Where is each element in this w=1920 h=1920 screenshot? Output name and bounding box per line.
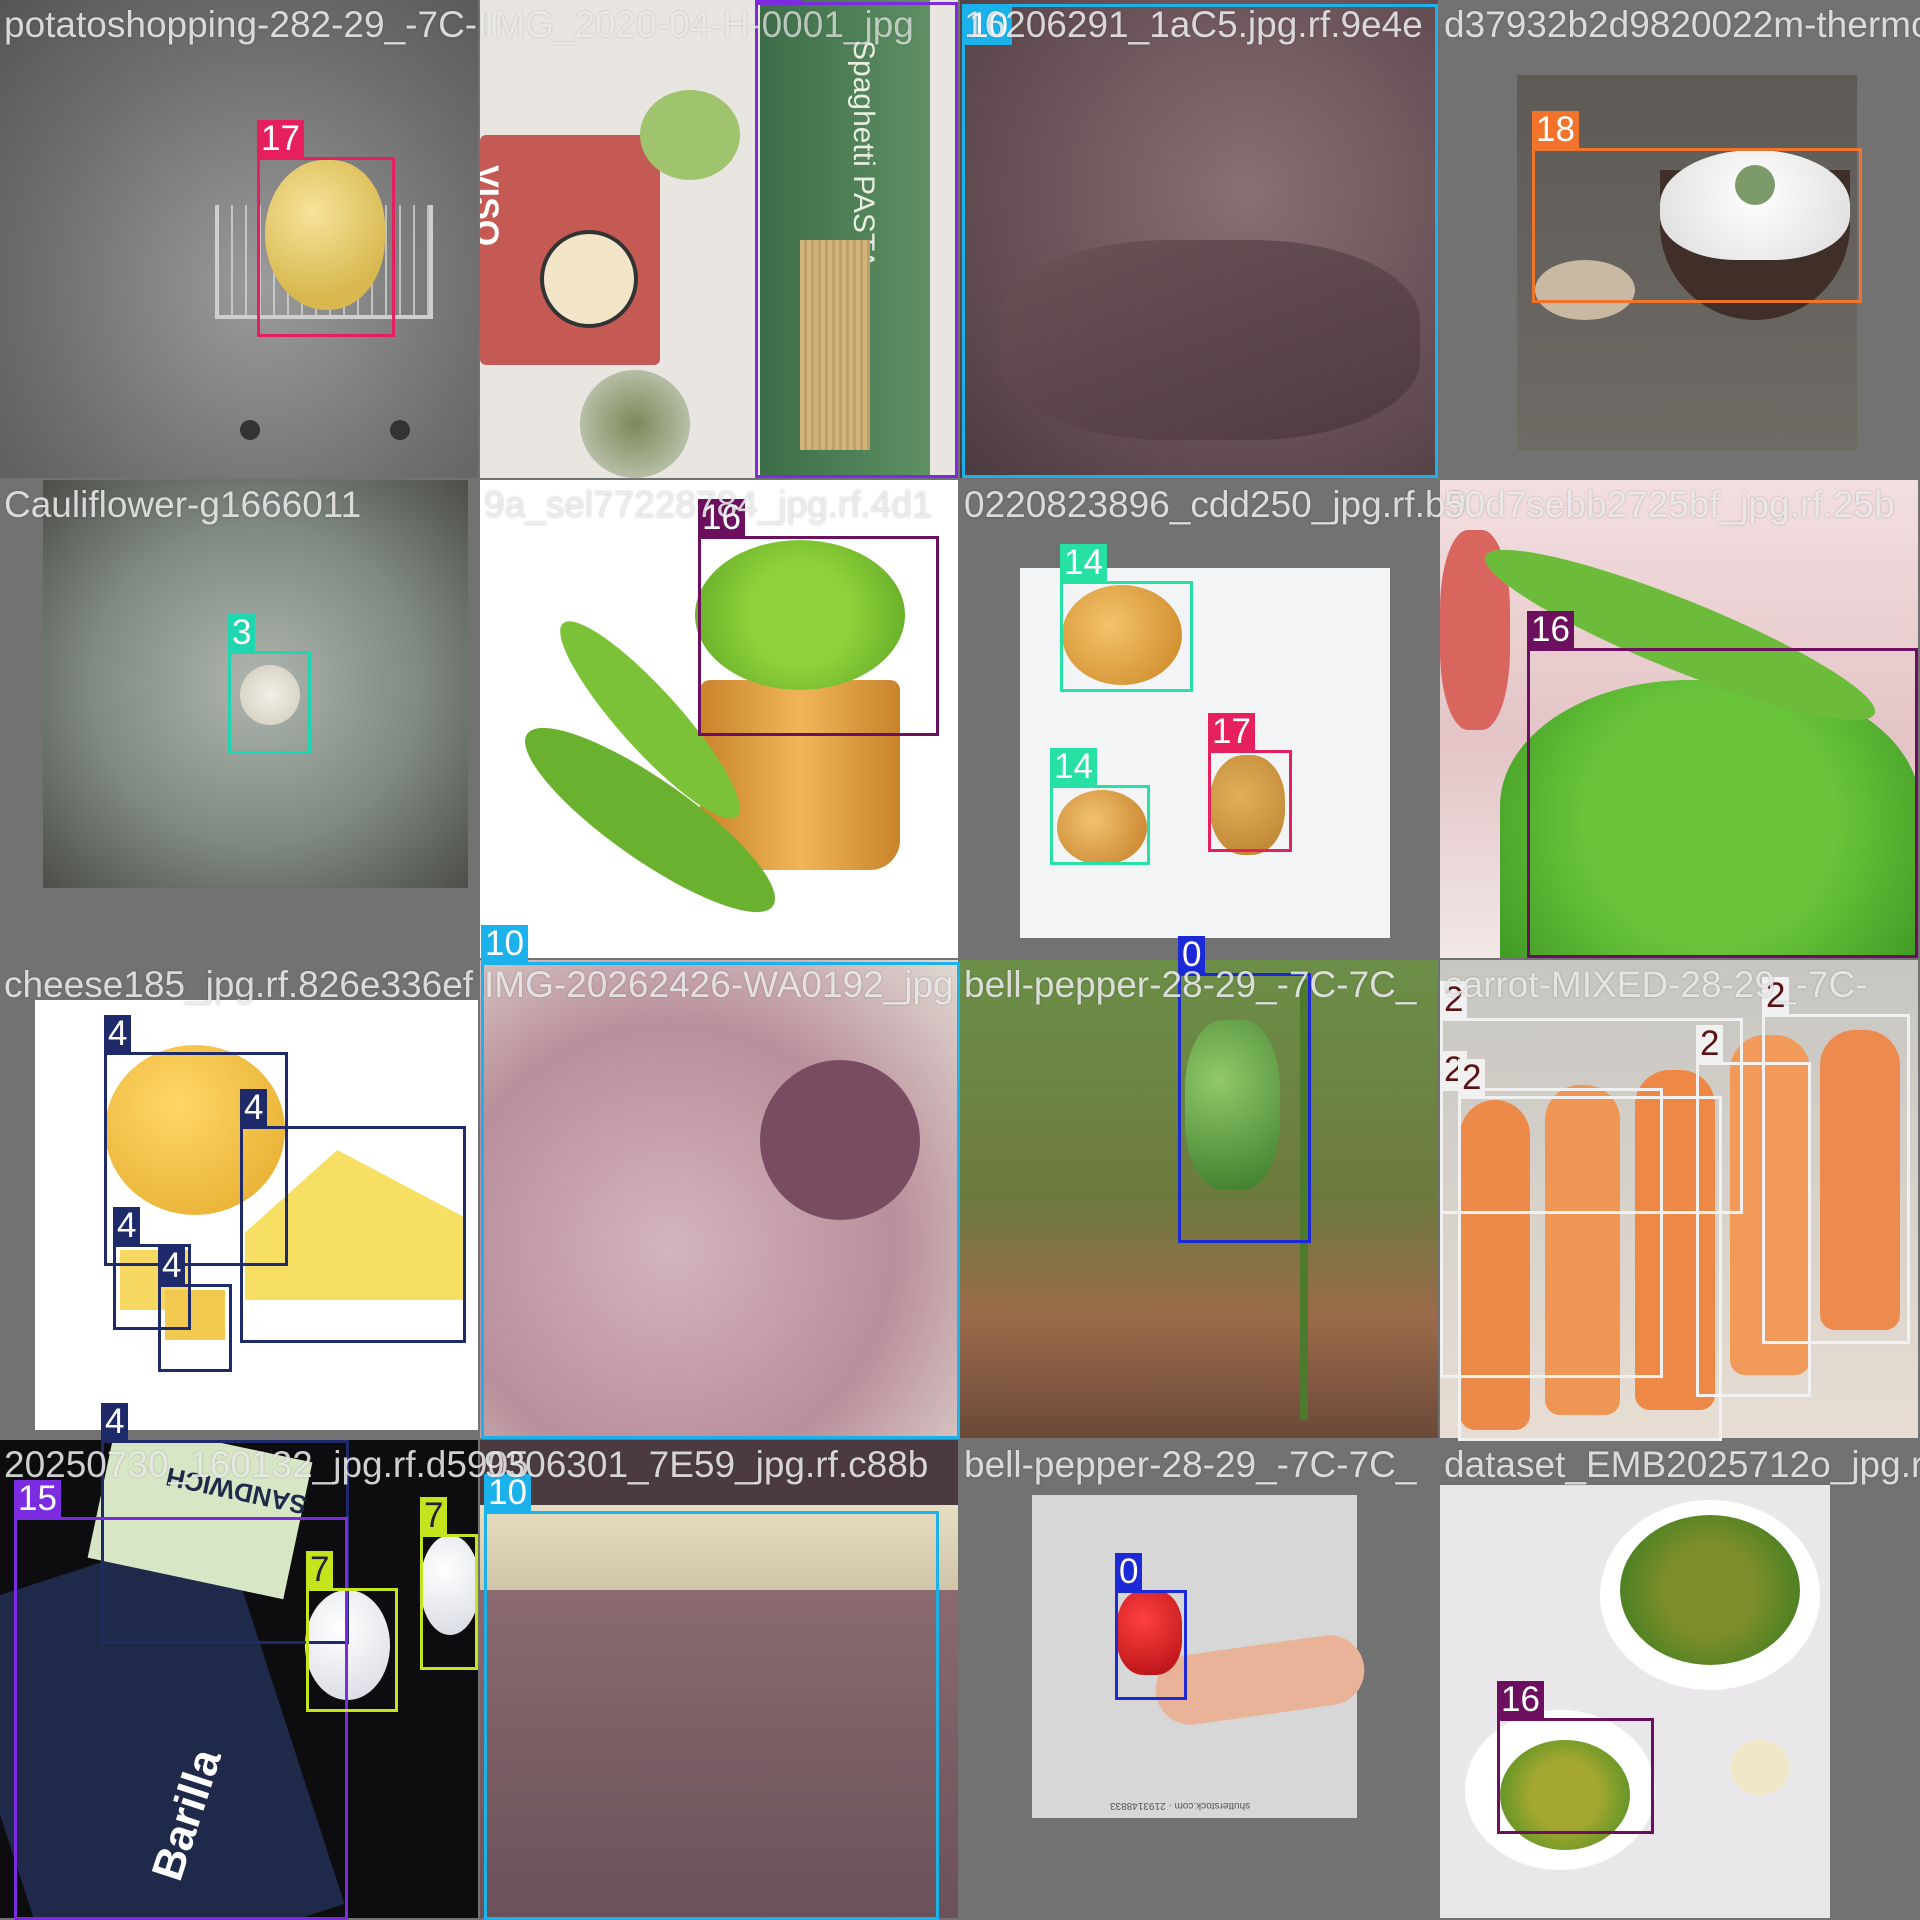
tile-caption: 20250730_160132_jpg.rf.d5905 xyxy=(4,1444,529,1485)
tile-caption: 9306301_7E59_jpg.rf.c88b xyxy=(484,1444,929,1485)
augmented-training-batch-mosaic: VISO Spaghetti PASTA Barilla SANDWICH sh… xyxy=(0,0,1920,1920)
bbox-class-label: 2 xyxy=(1696,1025,1724,1063)
tile-caption: dataset_EMB2025712o_jpg.rf.285 xyxy=(1444,1444,1920,1485)
bbox: 2 xyxy=(1762,977,1910,1344)
bbox-class-label: 0 xyxy=(1115,1553,1143,1591)
tile-caption: 9a_sel77228784_jpg.rf.4d1 xyxy=(484,484,933,525)
bbox: 14 xyxy=(1060,544,1193,692)
bbox: 0 xyxy=(1178,936,1311,1243)
salad-shape xyxy=(1620,1515,1800,1665)
jar-shape xyxy=(580,370,690,478)
bbox: 17 xyxy=(257,120,395,337)
bbox-class-label: 3 xyxy=(228,614,256,652)
bbox: 16 xyxy=(698,499,939,736)
bbox-class-label: 4 xyxy=(240,1089,268,1127)
bbox-class-label: 4 xyxy=(104,1015,132,1053)
bbox-class-label: 4 xyxy=(113,1207,141,1245)
tile-caption: IMG-20262426-WA0192_jpg xyxy=(484,964,954,1005)
tile-caption: cheese185_jpg.rf.826e336ef xyxy=(4,964,474,1005)
tile-caption: d37932b2d9820022m-thermo xyxy=(1444,4,1920,45)
tile-pea-salad xyxy=(1440,1440,1918,1918)
tile-onions-potato xyxy=(960,480,1438,958)
bbox-class-label: 4 xyxy=(158,1247,186,1285)
bbox-class-label: 17 xyxy=(257,120,304,158)
cart-wheel-icon xyxy=(390,420,410,440)
bbox: 10 xyxy=(481,925,960,1439)
tile-caption: IMG_2020-04-H-0001_jpg xyxy=(484,4,914,45)
bbox-class-label: 7 xyxy=(420,1497,448,1535)
bbox: 7 xyxy=(306,1551,398,1712)
bbox-class-label: 14 xyxy=(1050,748,1097,786)
bbox-class-label: 7 xyxy=(306,1551,334,1589)
tile-caption: carrot-MIXED-28-29_-7C- xyxy=(1444,964,1868,1005)
bbox-class-label: 17 xyxy=(1208,713,1255,751)
bbox: 16 xyxy=(1527,611,1918,958)
glass-shape xyxy=(1730,1740,1790,1795)
bbox: 7 xyxy=(420,1497,478,1670)
tile-caption: 50d7sebb2725bf_jpg.rf.25b xyxy=(1444,484,1895,525)
bbox: 15 xyxy=(755,0,958,478)
bbox: 17 xyxy=(1208,713,1292,852)
bbox: 15 xyxy=(14,1480,348,1920)
tile-red-bell-pepper-hand: shutterstock.com · 2193148833 xyxy=(960,1440,1438,1918)
bbox: 18 xyxy=(1532,111,1862,303)
viso-bag-text: VISO xyxy=(480,165,505,247)
bbox-class-label: 15 xyxy=(14,1480,61,1518)
bbox-class-label: 14 xyxy=(1060,544,1107,582)
green-tin-shape xyxy=(640,90,740,180)
bbox-class-label: 18 xyxy=(1532,111,1579,149)
bbox-class-label: 16 xyxy=(1497,1681,1544,1719)
tile-caption: potatoshopping-282-29_-7C-I xyxy=(4,4,488,45)
tile-potato-shopping-cart xyxy=(0,0,478,478)
bbox: 16 xyxy=(1497,1681,1654,1834)
bbox: 10 xyxy=(962,4,1438,478)
tile-caption: Cauliflower-g1666011 xyxy=(4,484,362,525)
bbox: 0 xyxy=(1115,1553,1187,1700)
bbox-class-label: 16 xyxy=(1527,611,1574,649)
tile-caption: 0220823896_cdd250_jpg.rf.b9 xyxy=(964,484,1467,525)
tile-caption: 16206291_1aC5.jpg.rf.9e4e xyxy=(964,4,1423,45)
tile-caption: bell-pepper-28-29_-7C-7C_ xyxy=(964,1444,1417,1485)
cart-wheel-icon xyxy=(240,420,260,440)
bbox-class-label: 4 xyxy=(101,1403,129,1441)
bbox: 4 xyxy=(158,1247,232,1372)
bbox: 3 xyxy=(228,614,311,754)
bbox-class-label: 10 xyxy=(481,925,528,963)
bbox: 14 xyxy=(1050,748,1150,865)
bbox-class-label: 15 xyxy=(755,0,802,3)
bbox: 10 xyxy=(484,1474,939,1920)
clock-label-shape xyxy=(540,230,638,328)
bbox: 4 xyxy=(240,1089,466,1343)
stock-credit-text: shutterstock.com · 2193148833 xyxy=(1110,1800,1251,1811)
tile-caption: bell-pepper-28-29_-7C-7C_ xyxy=(964,964,1417,1005)
